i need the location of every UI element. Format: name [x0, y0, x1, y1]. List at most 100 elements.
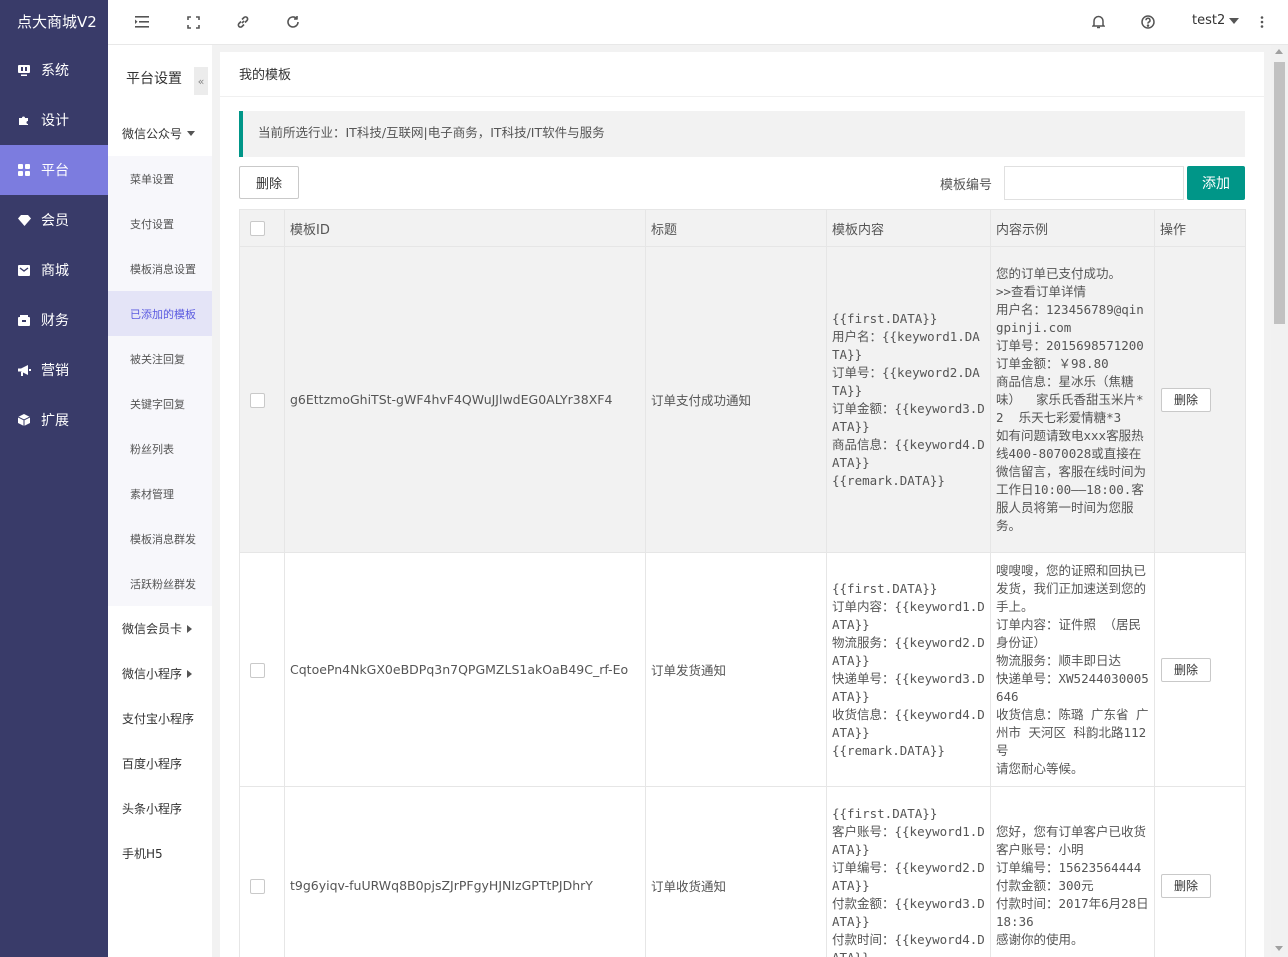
content-cell: {{first.DATA}} 用户名：{{keyword1.DATA}} 订单号… [826, 246, 991, 553]
sub-menu-item[interactable]: 素材管理 [108, 471, 212, 516]
main-sidebar: 点大商城V2 系统设计平台会员商城财务营销扩展 [0, 0, 108, 957]
link-icon[interactable] [233, 12, 253, 32]
bell-icon[interactable] [1088, 12, 1108, 32]
wallet-icon [17, 313, 31, 327]
sub-menu-item[interactable]: 活跃粉丝群发 [108, 561, 212, 606]
action-cell: 删除 [1154, 246, 1246, 553]
scroll-up-icon[interactable] [1275, 49, 1283, 54]
nav-item-label: 扩展 [41, 413, 69, 429]
puzzle-icon [17, 113, 31, 127]
select-all-cell [239, 209, 285, 247]
wechat-submenu: 菜单设置 支付设置 模板消息设置 已添加的模板 被关注回复 关键字回复 粉丝列表 素材管理 模板… [108, 156, 212, 606]
row-select-cell [239, 246, 285, 553]
row-select-cell [239, 552, 285, 787]
nav-item[interactable]: 设计 [0, 95, 108, 145]
action-cell: 删除 [1154, 552, 1246, 787]
monitor-icon [17, 63, 31, 77]
sub-group-label: 微信公众号 [122, 127, 183, 141]
template-id-cell: g6EttzmoGhiTSt-gWF4hvF4QWuJJlwdEG0ALYr38… [284, 246, 646, 553]
content-cell: {{first.DATA}} 客户账号：{{keyword1.DATA}} 订单… [826, 786, 991, 957]
sub-group[interactable]: 百度小程序 [108, 741, 212, 786]
sub-menu-item[interactable]: 支付设置 [108, 201, 212, 246]
more-vertical-icon[interactable] [1252, 12, 1272, 32]
table-header-row: 模板ID 标题 模板内容 内容示例 操作 [239, 209, 1246, 247]
top-header: test2 [108, 0, 1288, 45]
nav-item-label: 平台 [41, 163, 69, 179]
example-cell: 嗖嗖嗖，您的证照和回执已发货，我们正加速送到您的手上。 订单内容：证件照 （居民… [990, 552, 1155, 787]
help-icon[interactable] [1138, 12, 1158, 32]
sub-group-label: 支付宝小程序 [122, 712, 195, 726]
refresh-icon[interactable] [283, 12, 303, 32]
row-delete-button[interactable]: 删除 [1161, 387, 1211, 412]
menu-toggle-icon[interactable] [132, 12, 152, 32]
sub-sidebar: 平台设置 « 微信公众号 菜单设置 支付设置 模板消息设置 已添加的模板 被关注回复 关键… [108, 45, 212, 957]
row-delete-button[interactable]: 删除 [1161, 657, 1211, 682]
sub-group-label: 微信会员卡 [122, 622, 183, 636]
nav-item-label: 商城 [41, 263, 69, 279]
row-select-cell [239, 786, 285, 957]
nav-item[interactable]: 财务 [0, 295, 108, 345]
template-table: 模板ID 标题 模板内容 内容示例 操作 g6EttzmoGhiTSt-gWF4… [239, 209, 1246, 957]
template-id-label: 模板编号 [940, 178, 993, 193]
row-delete-button[interactable]: 删除 [1161, 873, 1211, 898]
sub-group[interactable]: 微信会员卡 [108, 606, 212, 651]
template-id-cell: t9g6yiqv-fuURWq8B0pjsZJrPFgyHJNIzGPTtPJD… [284, 786, 646, 957]
col-content: 模板内容 [826, 209, 991, 247]
sub-menu-item[interactable]: 菜单设置 [108, 156, 212, 201]
industry-notice: 当前所选行业：IT科技/互联网|电子商务，IT科技/IT软件与服务 [239, 111, 1245, 157]
nav-item[interactable]: 营销 [0, 345, 108, 395]
diamond-icon [17, 213, 31, 227]
nav-item[interactable]: 扩展 [0, 395, 108, 445]
title-cell: 订单支付成功通知 [645, 246, 827, 553]
table-row: t9g6yiqv-fuURWq8B0pjsZJrPFgyHJNIzGPTtPJD… [239, 786, 1246, 957]
nav-item[interactable]: 商城 [0, 245, 108, 295]
table-row: g6EttzmoGhiTSt-gWF4hvF4QWuJJlwdEG0ALYr38… [239, 246, 1246, 553]
scrollbar-thumb[interactable] [1274, 62, 1285, 324]
add-template-button[interactable]: 添加 [1187, 166, 1245, 200]
col-title: 标题 [645, 209, 827, 247]
collapse-sidebar-button[interactable]: « [194, 67, 208, 95]
title-cell: 订单发货通知 [645, 552, 827, 787]
sub-menu-item[interactable]: 已添加的模板 [108, 291, 212, 336]
sub-group[interactable]: 支付宝小程序 [108, 696, 212, 741]
sub-menu-item[interactable]: 模板消息设置 [108, 246, 212, 291]
row-checkbox[interactable] [250, 392, 265, 408]
user-menu[interactable]: test2 [1192, 13, 1240, 28]
sub-group-wechat-mp[interactable]: 微信公众号 [108, 111, 212, 156]
sub-menu-item[interactable]: 模板消息群发 [108, 516, 212, 561]
main-nav: 系统设计平台会员商城财务营销扩展 [0, 45, 108, 445]
sub-group[interactable]: 头条小程序 [108, 786, 212, 831]
brand-logo[interactable]: 点大商城V2 [0, 0, 108, 45]
sub-menu-item[interactable]: 粉丝列表 [108, 426, 212, 471]
col-action: 操作 [1154, 209, 1246, 247]
nav-item-label: 设计 [41, 113, 69, 129]
title-cell: 订单收货通知 [645, 786, 827, 957]
caret-down-icon [187, 131, 196, 136]
table-row: CqtoePn4NkGX0eBDPq3n7QPGMZLS1akOaB49C_rf… [239, 552, 1246, 787]
nav-item[interactable]: 会员 [0, 195, 108, 245]
sub-group[interactable]: 手机H5 [108, 831, 212, 876]
batch-delete-button[interactable]: 删除 [239, 166, 299, 199]
col-example: 内容示例 [990, 209, 1155, 247]
nav-item-label: 营销 [41, 363, 69, 379]
example-cell: 您的订单已支付成功。 >>查看订单详情 用户名：123456789@qingpi… [990, 246, 1155, 553]
template-id-input[interactable] [1004, 166, 1184, 200]
chevron-down-icon [1229, 17, 1240, 24]
sub-sidebar-title: 平台设置 « [108, 45, 212, 111]
fullscreen-icon[interactable] [183, 12, 203, 32]
row-checkbox[interactable] [250, 662, 265, 678]
select-all-checkbox[interactable] [250, 220, 265, 236]
sub-menu-item[interactable]: 关键字回复 [108, 381, 212, 426]
sub-sidebar-title-text: 平台设置 [126, 71, 182, 87]
sub-menu-item[interactable]: 被关注回复 [108, 336, 212, 381]
scroll-down-icon[interactable] [1275, 946, 1283, 951]
nav-item[interactable]: 系统 [0, 45, 108, 95]
sub-group[interactable]: 微信小程序 [108, 651, 212, 696]
grid-icon [17, 163, 31, 177]
megaphone-icon [17, 363, 31, 377]
content-cell: {{first.DATA}} 订单内容：{{keyword1.DATA}} 物流… [826, 552, 991, 787]
nav-item[interactable]: 平台 [0, 145, 108, 195]
row-checkbox[interactable] [250, 878, 265, 894]
page-scrollbar[interactable] [1271, 45, 1288, 957]
action-cell: 删除 [1154, 786, 1246, 957]
